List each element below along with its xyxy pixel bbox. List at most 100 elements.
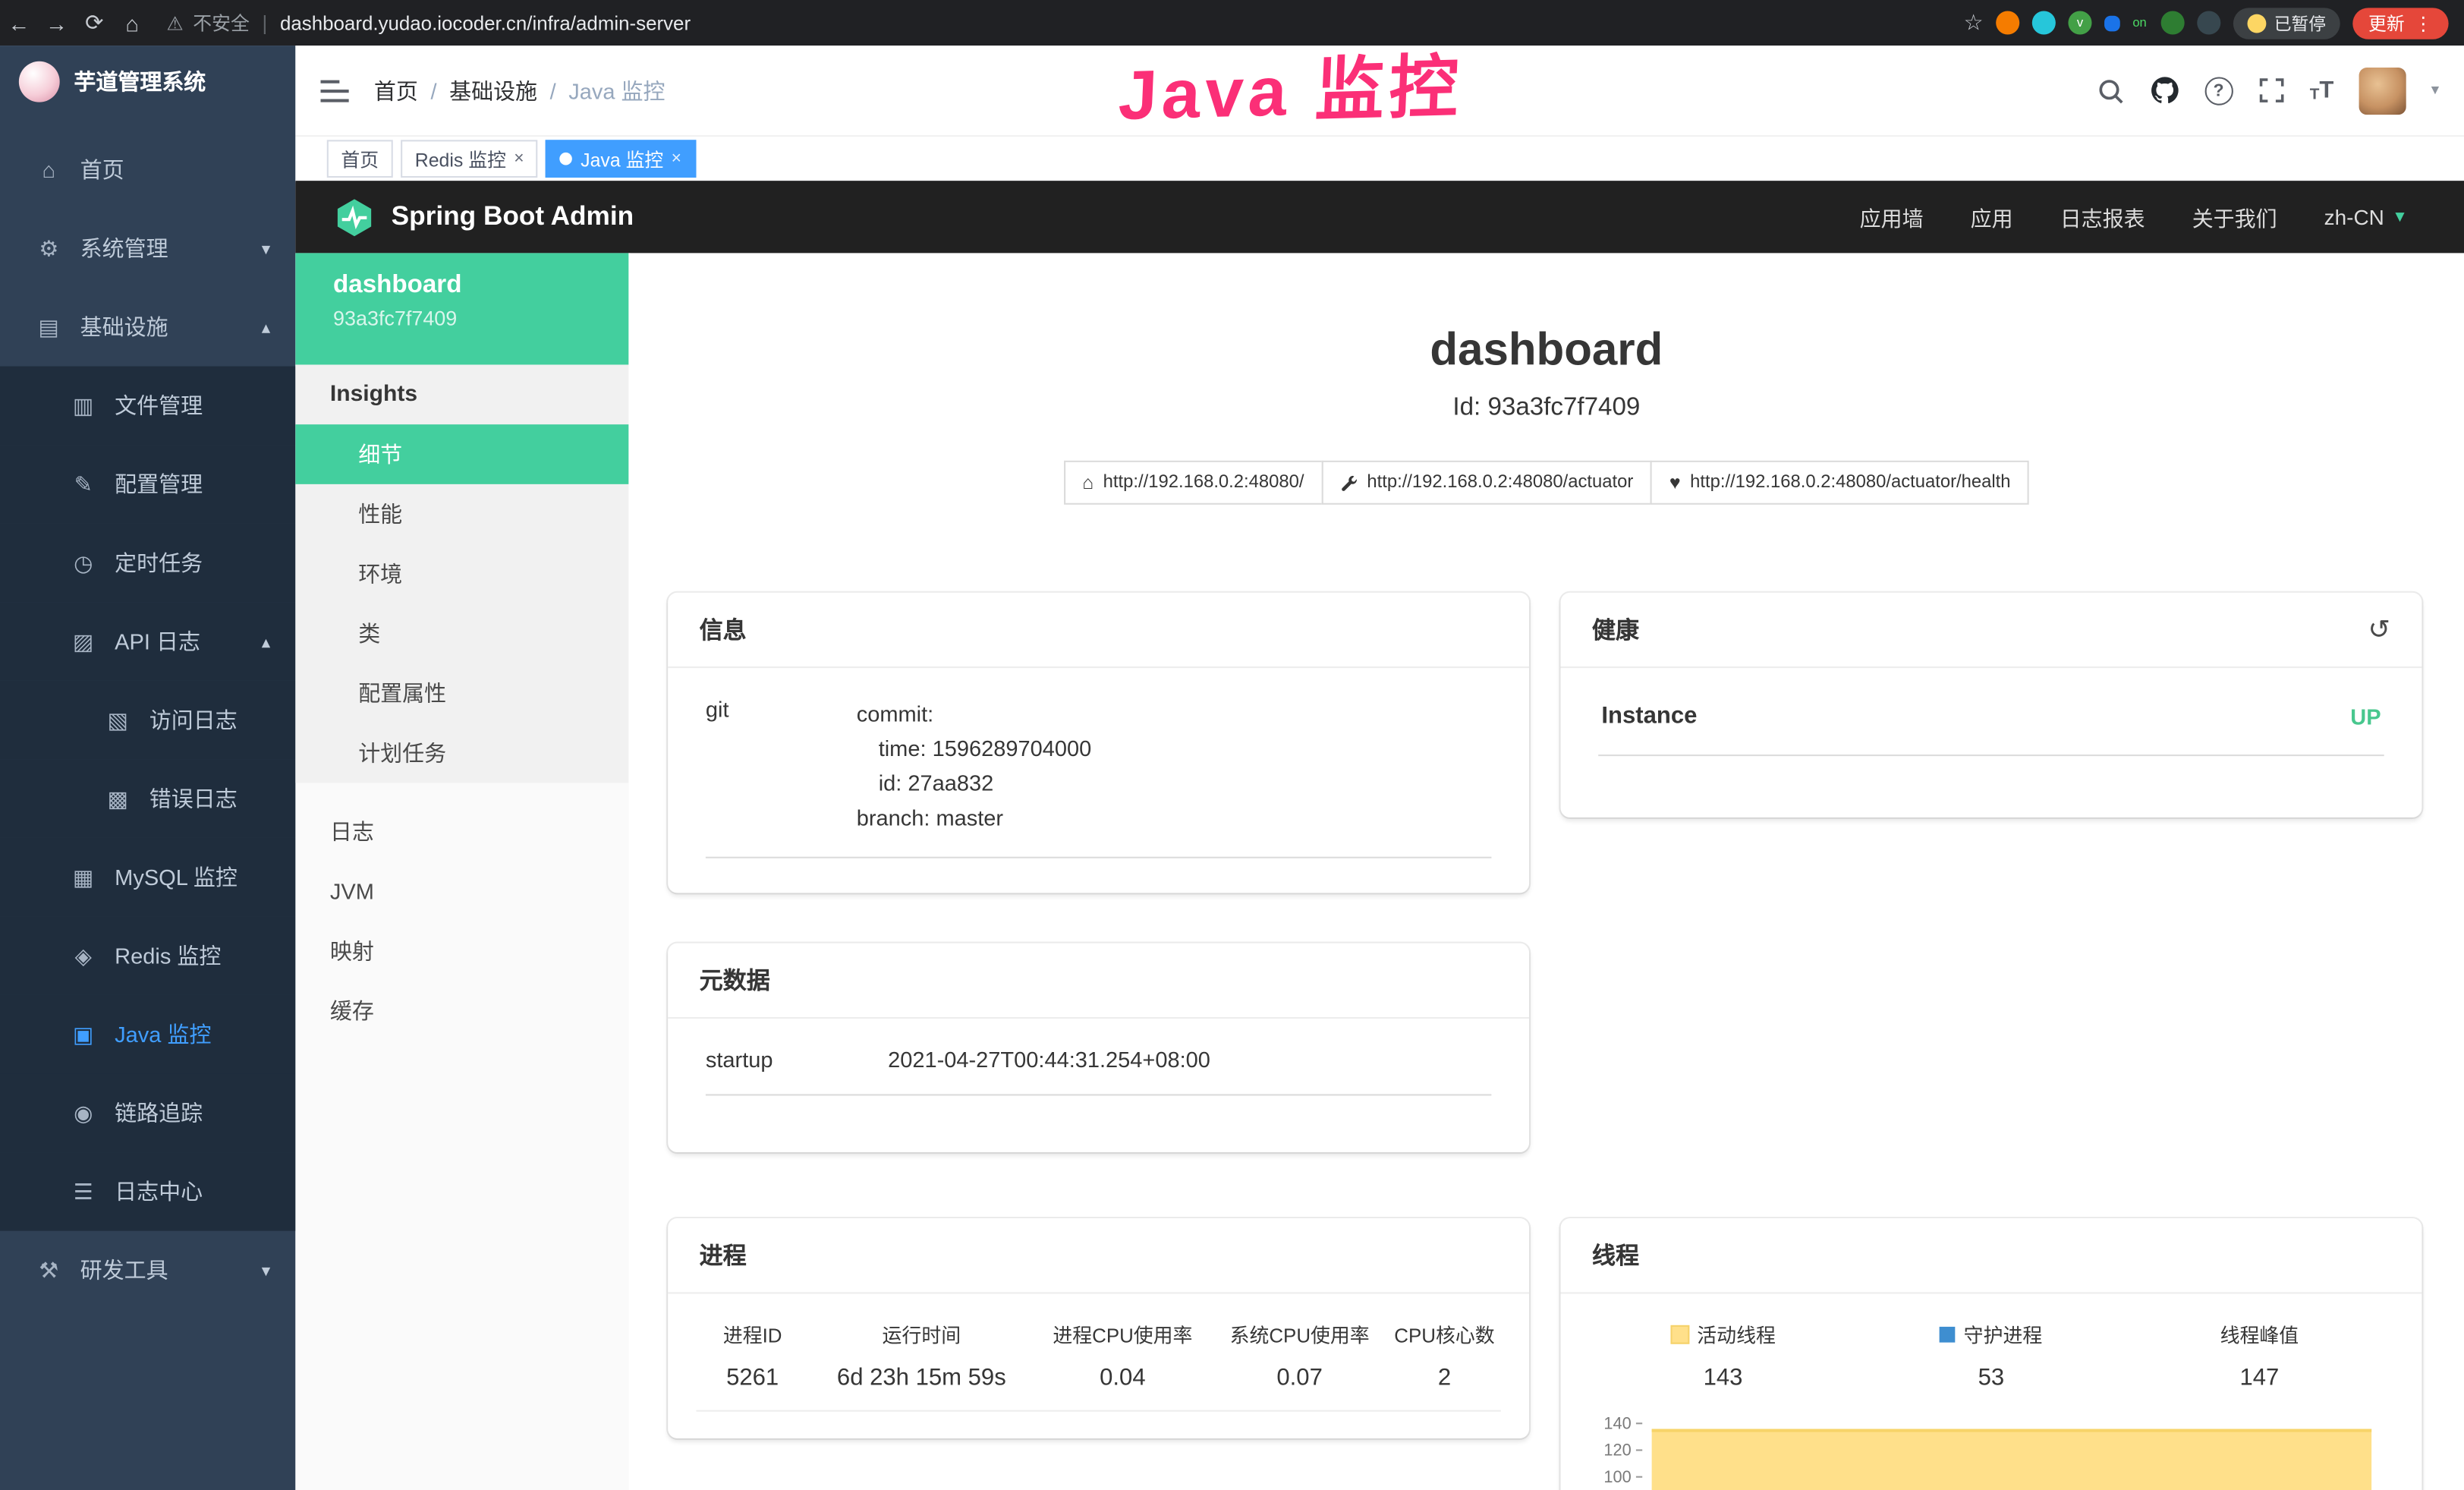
tab-label: Redis 监控 (415, 146, 506, 172)
help-icon[interactable]: ? (2204, 76, 2233, 104)
health-url-label: http://192.168.0.2:48080/actuator/health (1690, 473, 2010, 492)
fullscreen-icon[interactable] (2258, 77, 2284, 103)
config-icon: ✎ (66, 471, 101, 497)
health-card: 健康 ↺ Instance UP (1561, 593, 2422, 817)
avatar-caret-icon[interactable]: ▾ (2431, 82, 2439, 99)
github-icon[interactable] (2149, 75, 2179, 105)
user-avatar[interactable] (2359, 67, 2406, 114)
y-tick: 100 (1589, 1470, 1642, 1490)
sidebar-item-java-monitor[interactable]: ▣ Java 监控 (0, 995, 295, 1074)
extension-icon[interactable] (2161, 11, 2185, 34)
process-card: 进程 进程ID 运行时间 进程CPU使用率 系统CPU使用率 CPU核心数 52… (668, 1218, 1529, 1438)
sidebar-item-trace[interactable]: ◉ 链路追踪 (0, 1073, 295, 1152)
sba-group-label: Insights (295, 364, 628, 424)
extension-icon[interactable] (2104, 15, 2120, 31)
sidebar-item-label: 研发工具 (80, 1255, 168, 1286)
sba-instance-header[interactable]: dashboard 93a3fc7f7409 (295, 253, 628, 364)
app-logo[interactable]: 芋道管理系统 (0, 46, 295, 118)
reload-button[interactable]: ⟳ (75, 9, 113, 36)
sidebar-item-files[interactable]: ▥ 文件管理 (0, 367, 295, 446)
chrome-update-button[interactable]: 更新 ⋮ (2352, 7, 2448, 38)
sba-menu-classes[interactable]: 类 (295, 603, 628, 663)
sidebar-item-label: 访问日志 (149, 704, 238, 736)
tab-redis-monitor[interactable]: Redis 监控 × (401, 140, 538, 178)
font-size-icon[interactable]: TT (2310, 77, 2334, 103)
browser-actions: ☆ v on 已暂停 更新 ⋮ (1964, 7, 2464, 38)
sidebar-item-label: 首页 (80, 154, 124, 185)
legend-peak: 线程峰值 (2126, 1319, 2393, 1349)
api-log-icon: ▨ (66, 628, 101, 654)
forward-button[interactable]: → (38, 10, 76, 35)
back-button[interactable]: ← (0, 10, 38, 35)
instance-id-line: Id: 93a3fc7f7409 (628, 395, 2464, 423)
tab-java-monitor[interactable]: Java 监控 × (546, 140, 696, 178)
extension-icon[interactable]: v (2068, 11, 2091, 34)
health-url-button[interactable]: ♥ http://192.168.0.2:48080/actuator/heal… (1651, 461, 2029, 505)
address-bar[interactable]: ⚠ 不安全 | dashboard.yudao.iocoder.cn/infra… (167, 9, 1964, 36)
sidebar-item-config[interactable]: ✎ 配置管理 (0, 445, 295, 524)
sba-nav-about[interactable]: 关于我们 (2192, 201, 2277, 232)
sba-menu-logs[interactable]: 日志 (295, 802, 628, 862)
git-branch-line: branch: master (857, 800, 1492, 835)
sba-menu-details[interactable]: 细节 (295, 424, 628, 484)
hamburger-icon[interactable] (320, 78, 348, 103)
actuator-url-button[interactable]: http://192.168.0.2:48080/actuator (1321, 461, 1652, 505)
sba-nav-wallboard[interactable]: 应用墙 (1860, 201, 1924, 232)
service-url-button[interactable]: ⌂ http://192.168.0.2:48080/ (1063, 461, 1323, 505)
sba-menu-mappings[interactable]: 映射 (295, 921, 628, 981)
extension-icon[interactable] (2197, 11, 2220, 34)
devtools-icon: ⚒ (31, 1257, 66, 1284)
threads-card-header: 线程 (1561, 1218, 2422, 1293)
home-button[interactable]: ⌂ (113, 10, 151, 35)
screen: ← → ⟳ ⌂ ⚠ 不安全 | dashboard.yudao.iocoder.… (0, 0, 2464, 1490)
sidebar-item-redis[interactable]: ◈ Redis 监控 (0, 916, 295, 995)
extension-icon[interactable] (1996, 11, 2019, 34)
paused-badge[interactable]: 已暂停 (2233, 7, 2340, 38)
breadcrumb-item[interactable]: 基础设施 (449, 74, 537, 106)
breadcrumb-item[interactable]: 首页 (374, 74, 418, 106)
sba-menu-metrics[interactable]: 性能 (295, 484, 628, 544)
legend-label: 守护进程 (1964, 1319, 2043, 1349)
sidebar-item-api-log[interactable]: ▨ API 日志 ▴ (0, 602, 295, 681)
extension-on-icon[interactable]: on (2132, 15, 2148, 31)
sba-language-label: zh-CN (2324, 205, 2384, 228)
sba-nav-applications[interactable]: 应用 (1971, 201, 2013, 232)
sidebar-item-access-log[interactable]: ▧ 访问日志 (0, 681, 295, 760)
top-header: 首页 / 基础设施 / Java 监控 ? TT ▾ (295, 46, 2464, 137)
git-id-line: id: 27aa832 (857, 766, 1492, 801)
tab-home[interactable]: 首页 (327, 140, 393, 178)
close-icon[interactable]: × (672, 150, 681, 169)
logo-avatar (19, 61, 60, 102)
sidebar-item-jobs[interactable]: ◷ 定时任务 (0, 524, 295, 603)
sba-menu-caches[interactable]: 缓存 (295, 981, 628, 1041)
sba-nav-journal[interactable]: 日志报表 (2060, 201, 2145, 232)
timer-icon: ◷ (66, 550, 101, 576)
sidebar-item-mysql[interactable]: ▦ MySQL 监控 (0, 838, 295, 917)
sba-menu-jvm[interactable]: JVM (295, 862, 628, 921)
sba-menu-configprops[interactable]: 配置属性 (295, 663, 628, 723)
sba-menu-env[interactable]: 环境 (295, 544, 628, 604)
history-icon[interactable]: ↺ (2368, 614, 2390, 645)
health-instance-row[interactable]: Instance UP (1598, 696, 2384, 756)
sba-brand[interactable]: Spring Boot Admin (333, 196, 634, 238)
card-title: 元数据 (700, 964, 770, 997)
sidebar-item-label: Java 监控 (115, 1019, 211, 1050)
sidebar-item-system[interactable]: ⚙ 系统管理 ▾ (0, 209, 295, 288)
sba-sidebar: dashboard 93a3fc7f7409 Insights 细节 性能 环境… (295, 253, 630, 1490)
info-card: 信息 git commit: time: 1596289704000 id: 2… (668, 593, 1529, 893)
sba-language-select[interactable]: zh-CN ▼ (2324, 205, 2408, 228)
sidebar-item-label: 文件管理 (115, 390, 203, 421)
sidebar-item-devtools[interactable]: ⚒ 研发工具 ▾ (0, 1231, 295, 1310)
bookmark-star-icon[interactable]: ☆ (1964, 9, 1984, 36)
update-label: 更新 (2368, 10, 2405, 35)
sidebar-item-error-log[interactable]: ▩ 错误日志 (0, 759, 295, 838)
sba-menu-scheduled-tasks[interactable]: 计划任务 (295, 723, 628, 783)
tab-label: Java 监控 (581, 146, 663, 172)
sidebar-item-log-center[interactable]: ☰ 日志中心 (0, 1152, 295, 1231)
extension-icon[interactable] (2032, 11, 2056, 34)
close-icon[interactable]: × (514, 150, 524, 169)
search-icon[interactable] (2096, 76, 2124, 104)
legend-daemon: 守护进程 (1857, 1319, 2125, 1349)
sidebar-item-infra[interactable]: ▤ 基础设施 ▴ (0, 288, 295, 367)
sidebar-item-home[interactable]: ⌂ 首页 (0, 131, 295, 209)
